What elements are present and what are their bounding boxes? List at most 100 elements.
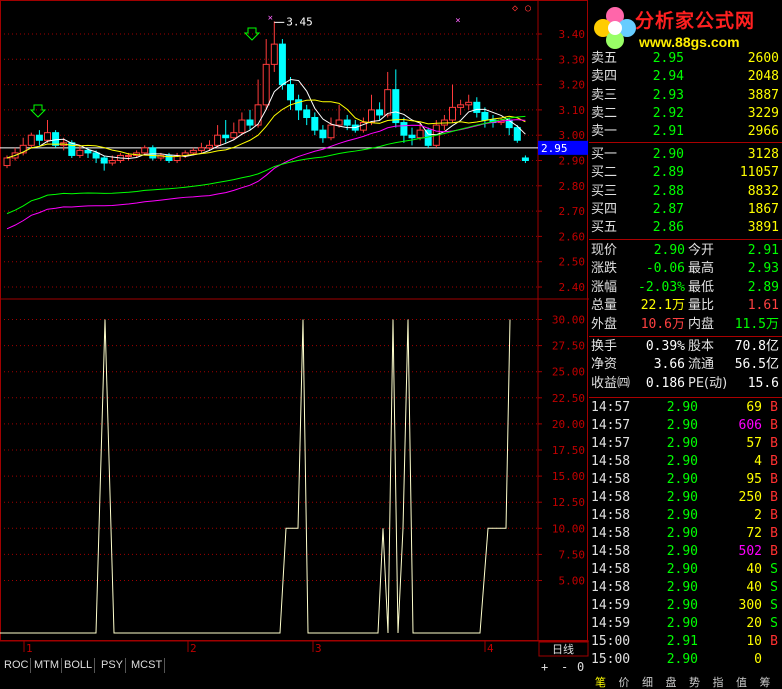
sell-level-label: 卖三 [591, 87, 618, 103]
sell-level-price: 2.93 [652, 87, 684, 103]
price-axis-label: 3.00 [559, 129, 586, 142]
indicator-axis-label: 10.00 [552, 522, 585, 535]
marker-icon: × [455, 16, 460, 26]
sell-level-label: 卖二 [591, 105, 618, 121]
indicator-tab-mcst[interactable]: MCST [129, 658, 166, 673]
tick-side: B [770, 634, 778, 649]
panel-tab[interactable]: 盘 [666, 676, 677, 689]
price-axis-label: 2.40 [559, 281, 586, 294]
zoom-zero-button[interactable]: 0 [577, 660, 584, 674]
sell-level-label: 卖五 [591, 51, 618, 66]
zoom-plus-button[interactable]: + [541, 660, 548, 674]
candle-body [230, 132, 238, 139]
quote-row: 涨幅 -2.03% 最低 2.89 [589, 279, 782, 297]
buy-level-row: 买五 2.86 3891 [589, 219, 782, 237]
tick-time: 14:57 [591, 418, 631, 433]
quote-label: 现价 [591, 243, 618, 258]
candle-body [270, 43, 278, 65]
tick-time: 14:58 [591, 562, 631, 577]
quote-label-2: 内盘 [688, 316, 715, 332]
zoom-minus-button[interactable]: - [561, 660, 568, 674]
panel-tab[interactable]: 价 [619, 676, 630, 689]
tick-price: 2.90 [666, 418, 698, 433]
tick-side: S [770, 562, 778, 577]
buy-level-price: 2.90 [652, 147, 684, 162]
indicator-tab-boll[interactable]: BOLL [62, 658, 96, 673]
tick-time: 15:00 [591, 652, 631, 667]
candle-body [400, 122, 408, 136]
tick-side: B [770, 472, 778, 487]
kline-chart[interactable]: 3.40 3.30 3.20 3.10 3.00 2.90 2.80 2.70 2.60 2.50… [0, 0, 589, 657]
indicator-tab-psy[interactable]: PSY [99, 658, 127, 673]
tick-volume: 250 [738, 490, 762, 505]
panel-tab[interactable]: 值 [736, 676, 747, 689]
tick-volume: 606 [738, 418, 762, 433]
buy-level-volume: 3891 [747, 220, 779, 236]
quote-label: 净资 [591, 357, 618, 373]
panel-tab[interactable]: 势 [689, 676, 700, 689]
tick-price: 2.90 [666, 562, 698, 577]
panel-tab[interactable]: 细 [642, 676, 653, 689]
tick-row: 14:57 2.90 57 B [589, 435, 782, 453]
ma20-line [6, 119, 526, 230]
tick-volume: 57 [746, 436, 762, 451]
tick-price: 2.90 [666, 598, 698, 613]
indicator-tab-roc[interactable]: ROC [2, 658, 32, 673]
panel-tab[interactable]: 笔 [595, 676, 606, 689]
candle-body [457, 104, 465, 108]
quote-value-2: 2.89 [747, 279, 779, 295]
panel-tab[interactable]: 筹 [760, 676, 771, 689]
indicator-axis-label: 30.00 [552, 314, 585, 327]
price-axis-label: 3.10 [559, 104, 586, 117]
panel-divider [589, 142, 782, 143]
panel-divider [589, 239, 782, 240]
panel-divider [589, 397, 782, 398]
tick-row: 15:00 2.91 10 B [589, 633, 782, 651]
sell-level-volume: 3229 [747, 105, 779, 121]
panel-tab-bar: 笔价细盘势指值筹 [589, 676, 782, 689]
tick-volume: 72 [746, 526, 762, 541]
quote-value: 2.90 [653, 243, 685, 258]
tick-side: B [770, 454, 778, 469]
date-marker: 4 [487, 642, 494, 655]
tick-time: 14:59 [591, 598, 631, 613]
candle-body [311, 116, 319, 131]
logo-title: 分析家公式网 [635, 10, 756, 32]
tick-row: 14:59 2.90 20 S [589, 615, 782, 633]
indicator-axis-label: 17.50 [552, 444, 585, 457]
tick-side: B [770, 436, 778, 451]
tick-volume: 69 [746, 400, 762, 415]
quote-label: 总量 [591, 298, 618, 314]
indicator-tab-mtm[interactable]: MTM [32, 658, 63, 673]
tick-volume: 40 [746, 562, 762, 577]
tick-row: 14:58 2.90 72 B [589, 525, 782, 543]
candle-body [278, 43, 286, 86]
candle-body [368, 109, 375, 124]
indicator-axis-label: 20.00 [552, 418, 585, 431]
quote-label-2: 今开 [688, 243, 715, 258]
buy-level-price: 2.88 [652, 183, 684, 199]
buy-level-price: 2.89 [652, 165, 684, 181]
candle-body [303, 109, 311, 118]
candle-body [189, 149, 197, 154]
tick-price: 2.90 [666, 526, 698, 541]
tick-time: 14:58 [591, 526, 631, 541]
sell-level-volume: 2048 [747, 69, 779, 85]
tick-volume: 300 [738, 598, 762, 613]
sell-level-row: 卖三 2.93 3887 [589, 87, 782, 105]
candle-body [197, 147, 205, 151]
quote-row: 总量 22.1万 量比 1.61 [589, 297, 782, 315]
buy-level-row: 买一 2.90 3128 [589, 146, 782, 164]
indicator-tab-bar: ROC MTM BOLL PSY MCST [0, 657, 540, 675]
tick-price: 2.90 [666, 472, 698, 487]
tick-volume: 2 [754, 508, 762, 523]
candle-body [521, 157, 529, 162]
tick-volume: 40 [746, 580, 762, 595]
sell-level-price: 2.95 [652, 51, 684, 66]
tick-side: B [770, 544, 778, 559]
tick-side: B [770, 508, 778, 523]
buy-level-row: 买三 2.88 8832 [589, 183, 782, 201]
panel-tab[interactable]: 指 [713, 676, 724, 689]
tick-volume: 10 [746, 634, 762, 649]
down-arrow-icon [29, 104, 47, 118]
